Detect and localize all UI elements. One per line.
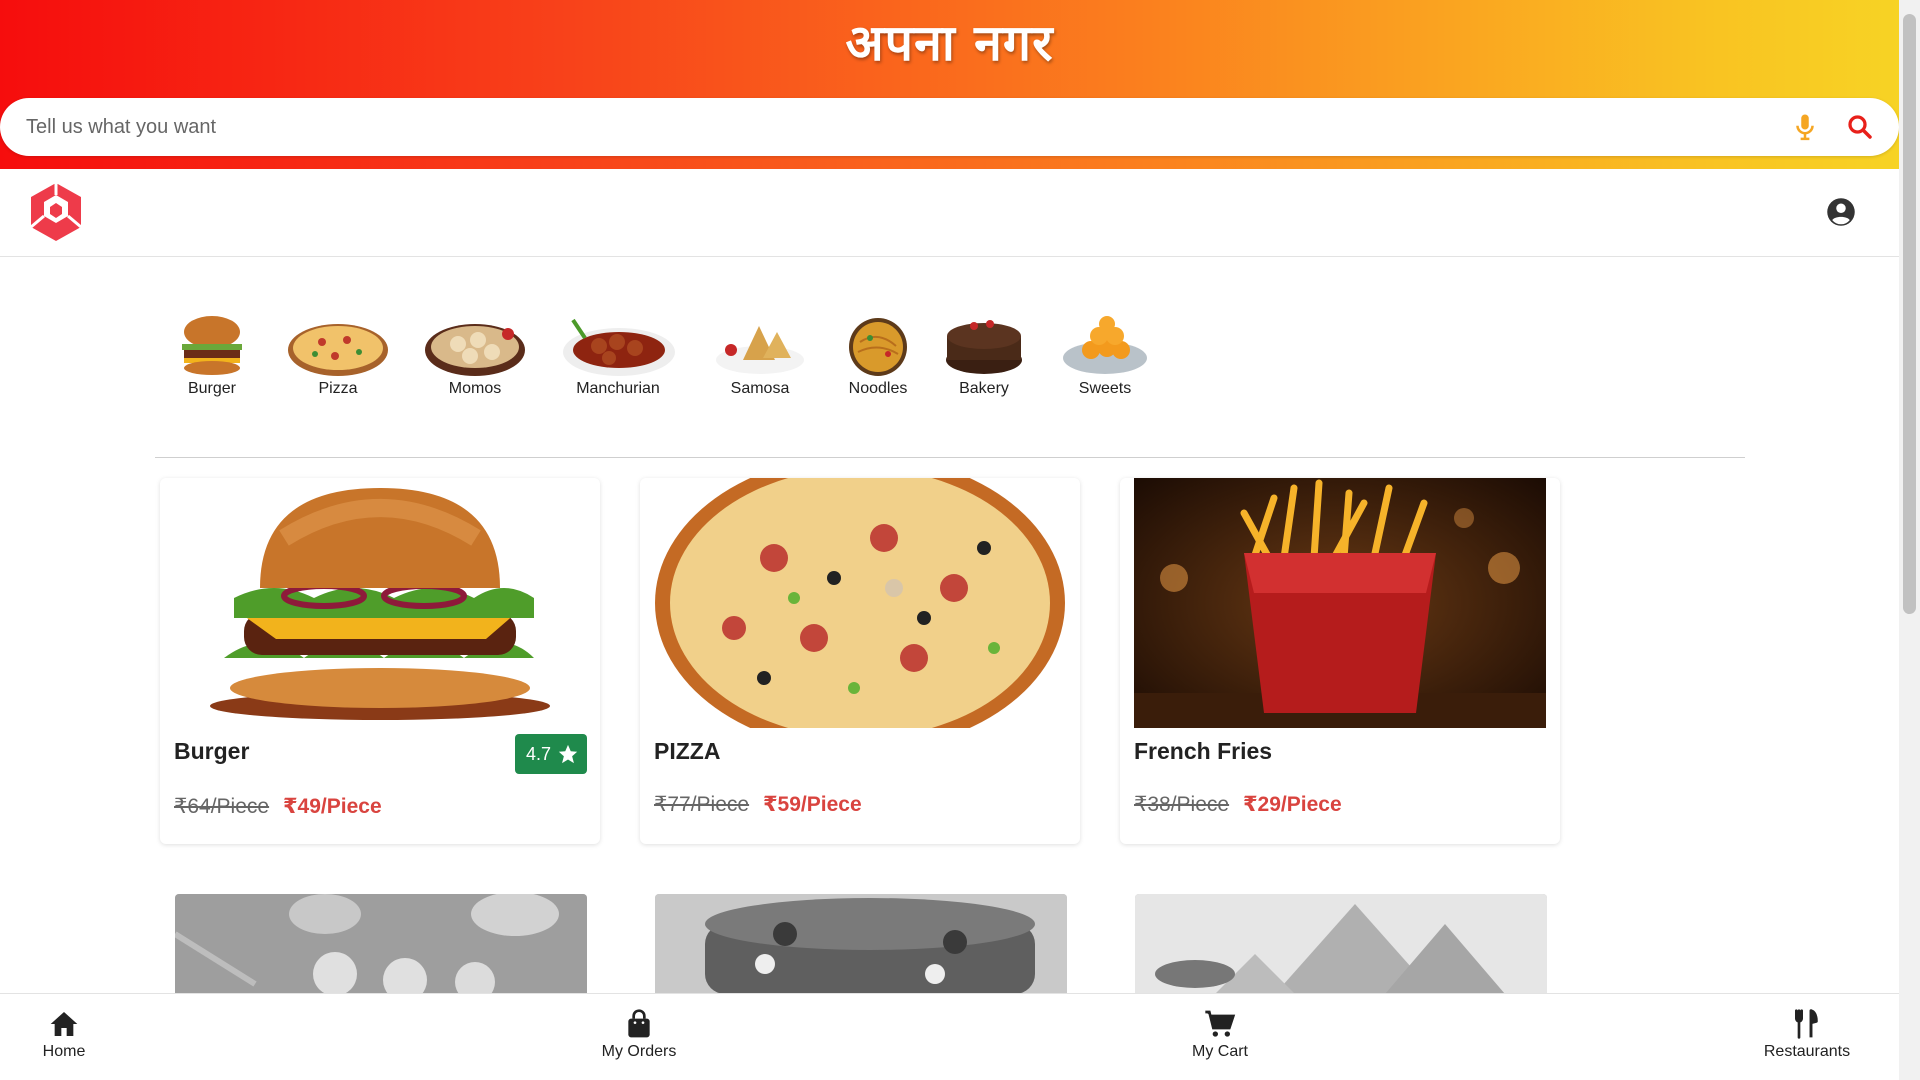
section-divider [155, 457, 1745, 458]
category-label: Bakery [959, 380, 1009, 397]
unity-logo-icon[interactable] [28, 181, 84, 243]
product-card-samosa-unavailable[interactable] [1135, 894, 1547, 994]
tab-my-orders[interactable]: My Orders [579, 1008, 699, 1061]
original-price: ₹77/Piece [654, 793, 750, 816]
burger-thumbnail [182, 316, 242, 375]
microphone-icon[interactable] [1790, 112, 1820, 142]
tab-label: Home [42, 1043, 86, 1060]
tab-home[interactable]: Home [4, 1008, 124, 1061]
category-pizza[interactable]: Pizza [286, 312, 390, 398]
noodles-thumbnail [849, 318, 907, 376]
bottom-tab-bar: Home My Orders My Cart Restaurants [0, 993, 1899, 1080]
product-name: French Fries [1134, 738, 1273, 764]
cake-image [655, 894, 1067, 994]
category-label: Samosa [730, 380, 790, 397]
category-bakery[interactable]: Bakery [944, 312, 1024, 398]
category-label: Momos [448, 380, 502, 397]
cart-icon [1205, 1010, 1236, 1037]
category-sweets[interactable]: Sweets [1060, 312, 1150, 398]
product-card-burger[interactable]: Burger 4.7 ₹64/Piece ₹49/Piece [160, 478, 600, 844]
category-label: Pizza [318, 380, 358, 397]
account-circle-icon[interactable] [1826, 197, 1856, 227]
app-title: अपना नगर [845, 14, 1054, 72]
product-card-pizza[interactable]: PIZZA ₹77/Piece ₹59/Piece [640, 478, 1080, 844]
home-icon [50, 1012, 78, 1036]
bakery-thumbnail [946, 320, 1022, 374]
sweets-thumbnail [1063, 316, 1147, 374]
product-card-fries[interactable]: French Fries ₹38/Piece ₹29/Piece [1120, 478, 1560, 844]
tab-label: My Orders [601, 1043, 677, 1060]
restaurant-icon [1795, 1009, 1818, 1039]
product-name: PIZZA [654, 738, 721, 764]
tab-restaurants[interactable]: Restaurants [1747, 1008, 1867, 1061]
product-name: Burger [174, 738, 250, 764]
samosa-thumbnail [716, 326, 804, 374]
discounted-price: ₹29/Piece [1242, 793, 1342, 816]
discounted-price: ₹59/Piece [762, 793, 862, 816]
search-input[interactable] [26, 98, 1726, 156]
shopping-bag-icon [628, 1009, 650, 1038]
search-bar [0, 98, 1899, 156]
top-navbar [0, 169, 1899, 257]
manchurian-thumbnail [563, 318, 675, 376]
category-noodles[interactable]: Noodles [840, 312, 916, 398]
rating-value: 4.7 [526, 744, 552, 764]
fries-image [1134, 478, 1546, 728]
category-label: Noodles [848, 380, 908, 397]
product-card-cake-unavailable[interactable] [655, 894, 1067, 994]
original-price: ₹64/Piece [174, 795, 270, 818]
page-scrollbar[interactable] [1899, 0, 1920, 1080]
star-icon [558, 744, 578, 764]
category-label: Manchurian [576, 380, 660, 397]
category-burger[interactable]: Burger [168, 312, 256, 398]
momos-thumbnail [425, 324, 525, 376]
tab-my-cart[interactable]: My Cart [1160, 1008, 1280, 1061]
category-label: Sweets [1078, 380, 1132, 397]
burger-image [174, 478, 586, 728]
discounted-price: ₹49/Piece [282, 795, 382, 818]
category-samosa[interactable]: Samosa [712, 312, 808, 398]
pizza-image [654, 478, 1066, 728]
search-icon[interactable] [1845, 112, 1875, 142]
tab-label: Restaurants [1763, 1043, 1851, 1060]
rating-badge: 4.7 [515, 734, 587, 774]
tab-label: My Cart [1192, 1043, 1248, 1060]
category-label: Burger [187, 380, 237, 397]
momos-image [175, 894, 587, 994]
category-manchurian[interactable]: Manchurian [558, 312, 678, 398]
original-price: ₹38/Piece [1134, 793, 1230, 816]
product-card-momos-unavailable[interactable] [175, 894, 587, 994]
price-row: ₹77/Piece ₹59/Piece [654, 792, 862, 817]
price-row: ₹38/Piece ₹29/Piece [1134, 792, 1342, 817]
pizza-thumbnail [288, 324, 388, 376]
page: अपना नगर Tell us what you want Burger Pi… [0, 0, 1920, 1080]
samosa-image [1135, 894, 1547, 994]
scrollbar-thumb[interactable] [1903, 14, 1916, 614]
category-momos[interactable]: Momos [423, 312, 527, 398]
price-row: ₹64/Piece ₹49/Piece [174, 794, 382, 819]
